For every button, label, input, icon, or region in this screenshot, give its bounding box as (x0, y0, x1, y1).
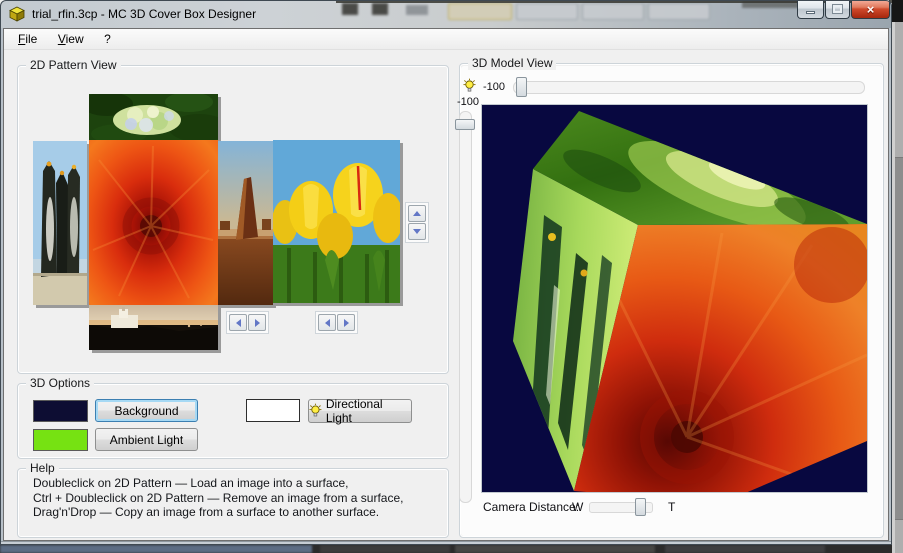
left-arrow-icon (325, 319, 330, 327)
group-2d-pattern-view-label: 2D Pattern View (26, 58, 121, 72)
group-3d-options-label: 3D Options (26, 376, 94, 390)
directional-light-bulb-icon (463, 78, 476, 94)
maximize-button[interactable] (825, 0, 850, 19)
background-window-titlebar (892, 0, 903, 22)
menubar: File View ? (4, 29, 888, 50)
spin-left-button[interactable] (229, 314, 247, 331)
tulips-image (273, 140, 400, 303)
window-border-bottom (0, 541, 892, 545)
taskbar-blur-segment (455, 545, 655, 553)
ambient-color-swatch (33, 429, 88, 451)
up-arrow-icon (413, 211, 421, 216)
right-surface-spinner (226, 311, 269, 334)
window-title: trial_rfin.3cp - MC 3D Cover Box Designe… (32, 7, 256, 21)
camera-tele-label: T (668, 500, 675, 514)
background-color-swatch (33, 400, 88, 422)
menu-help[interactable]: ? (96, 29, 119, 46)
spin-right-button[interactable] (248, 314, 266, 331)
surface-back-tulips[interactable] (273, 140, 400, 303)
app-cube-icon (9, 6, 25, 22)
taskbar-blur-strip (0, 545, 892, 553)
cube-render (482, 105, 868, 493)
light-vertical-slider-track[interactable] (459, 111, 472, 503)
spin-right-button[interactable] (337, 314, 355, 331)
maximize-icon (833, 5, 842, 13)
light-vertical-slider-thumb[interactable] (455, 119, 475, 130)
help-text: Doubleclick on 2D Pattern — Load an imag… (33, 476, 404, 520)
penguins-image (33, 141, 87, 305)
help-line-1: Doubleclick on 2D Pattern — Load an imag… (33, 476, 404, 491)
surface-updown-spinner (405, 202, 429, 243)
right-arrow-icon (344, 319, 349, 327)
minimize-icon (806, 11, 815, 14)
background-window-sliver (892, 0, 903, 553)
lightbulb-icon (309, 403, 322, 419)
taskbar-blur-segment (320, 545, 450, 553)
screen: trial_rfin.3cp - MC 3D Cover Box Designe… (0, 0, 903, 553)
close-button[interactable]: × (851, 0, 890, 19)
titlebar[interactable]: trial_rfin.3cp - MC 3D Cover Box Designe… (0, 0, 892, 28)
hydrangea-image (89, 94, 218, 140)
directional-light-button[interactable]: Directional Light (308, 399, 412, 423)
down-arrow-icon (413, 229, 421, 234)
surface-front-chrysanthemum[interactable] (89, 140, 218, 305)
taskbar-blur-segment (0, 545, 312, 553)
camera-distance-slider-thumb[interactable] (635, 498, 646, 516)
background-window-edge (742, 0, 800, 8)
surface-top-hydrangea[interactable] (89, 94, 218, 140)
minimize-button[interactable] (797, 0, 824, 19)
surface-right-desert[interactable] (218, 141, 273, 305)
light-horizontal-slider-thumb[interactable] (516, 77, 527, 97)
window-border-right (889, 28, 892, 541)
vertical-slider-value: -100 (457, 96, 479, 108)
help-line-3: Drag'n'Drop — Copy an image from a surfa… (33, 505, 404, 520)
group-help-label: Help (26, 461, 59, 475)
back-surface-spinner (315, 311, 358, 334)
chrysanthemum-image (89, 140, 218, 305)
left-arrow-icon (236, 319, 241, 327)
model-viewport[interactable] (481, 104, 868, 493)
close-icon: × (867, 3, 875, 16)
desert-image (218, 141, 273, 305)
spin-down-button[interactable] (408, 223, 426, 240)
ambient-light-button[interactable]: Ambient Light (95, 428, 198, 451)
camera-wide-label: W (572, 500, 583, 514)
spin-left-button[interactable] (318, 314, 336, 331)
surface-bottom-fort[interactable] (89, 305, 218, 350)
fort-image (89, 305, 218, 350)
spin-up-button[interactable] (408, 205, 426, 222)
background-window-blur (336, 0, 744, 24)
light-slider-value: -100 (483, 81, 505, 93)
light-horizontal-slider-track[interactable] (513, 81, 865, 94)
camera-distance-label: Camera Distance: (483, 500, 579, 514)
right-arrow-icon (255, 319, 260, 327)
directional-color-swatch (246, 399, 300, 422)
menu-view[interactable]: View (50, 29, 92, 46)
background-scrollbar-thumb (895, 157, 903, 520)
menu-file[interactable]: File (10, 29, 45, 46)
help-line-2: Ctrl + Doubleclick on 2D Pattern — Remov… (33, 491, 404, 506)
background-button[interactable]: Background (95, 399, 198, 422)
group-3d-model-view-label: 3D Model View (468, 56, 556, 70)
taskbar-blur-segment (665, 545, 825, 553)
surface-left-penguins[interactable] (33, 141, 87, 305)
